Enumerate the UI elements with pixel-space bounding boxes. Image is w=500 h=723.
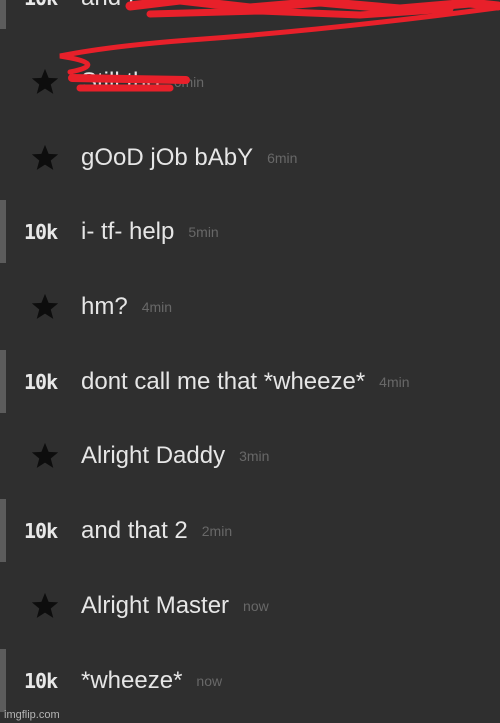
- message-time: 6min: [173, 73, 205, 90]
- star-icon: [24, 292, 74, 322]
- message-row: Still tho 6min: [0, 44, 500, 119]
- message-text: dont call me that *wheeze*: [81, 367, 366, 395]
- message-row: 10k and I: [0, 0, 500, 35]
- message-time: now: [196, 672, 223, 689]
- message-text: hm?: [81, 292, 128, 320]
- message-row: 10k *wheeze* now: [0, 643, 500, 718]
- message-accent-bar: [0, 499, 6, 562]
- message-time: 2min: [201, 522, 233, 539]
- message-text: *wheeze*: [81, 666, 183, 694]
- message-text: Alright Master: [81, 591, 230, 619]
- sender-tag: 10k: [24, 518, 58, 543]
- message-row: Alright Master now: [0, 568, 500, 643]
- message-accent-bar: [0, 200, 6, 263]
- message-text: gOoD jOb bAbY: [81, 143, 254, 171]
- message-text: and I: [81, 0, 134, 12]
- sender-tag: 10k: [24, 219, 58, 244]
- message-time: now: [243, 597, 269, 614]
- message-time: 3min: [239, 447, 270, 464]
- sender-tag: 10k: [24, 369, 58, 394]
- message-time: 4min: [379, 373, 410, 390]
- message-text: Still tho: [81, 67, 160, 95]
- message-time: 5min: [188, 223, 219, 240]
- message-time: 6min: [267, 149, 298, 166]
- message-accent-bar: [0, 0, 6, 29]
- imgflip-watermark: imgflip.com: [4, 709, 60, 721]
- star-icon: [24, 441, 74, 471]
- chat-log: 10k and I Still tho 6min gOoD jOb bAbY 6…: [0, 0, 500, 723]
- message-accent-bar: [0, 350, 6, 413]
- message-row: 10k i- tf- help 5min: [0, 194, 500, 269]
- star-icon: [24, 143, 74, 173]
- message-row: 10k dont call me that *wheeze* 4min: [0, 344, 500, 419]
- message-row: Alright Daddy 3min: [0, 418, 500, 493]
- star-icon: [24, 591, 74, 621]
- message-text: and that 2: [81, 516, 188, 544]
- star-icon: [24, 67, 74, 97]
- message-row: 10k and that 2 2min: [0, 493, 500, 568]
- message-text: Alright Daddy: [81, 441, 226, 469]
- message-accent-bar: [0, 649, 6, 712]
- message-text: i- tf- help: [81, 217, 175, 245]
- message-time: 4min: [141, 298, 173, 315]
- sender-tag: 10k: [24, 668, 58, 693]
- message-row: gOoD jOb bAbY 6min: [0, 120, 500, 195]
- sender-tag: 10k: [24, 0, 74, 10]
- message-row: hm? 4min: [0, 269, 500, 344]
